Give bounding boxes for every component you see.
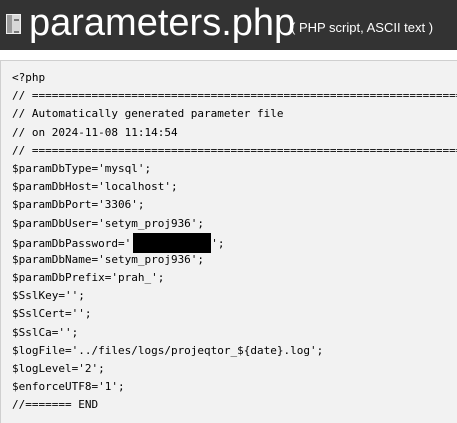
code-line-19: //======= END	[12, 398, 99, 412]
code-line-13: $SslKey='';	[12, 289, 85, 303]
file-type-info: ( PHP script, ASCII text )	[291, 20, 434, 35]
code-line-17: $logLevel='2';	[12, 362, 105, 375]
code-line-2: // =====================================…	[12, 89, 457, 103]
code-line-4: // on 2024-11-08 11:14:54	[12, 125, 178, 139]
code-line-7: $paramDbHost='localhost';	[12, 180, 178, 194]
code-panel[interactable]: <?php // ================================…	[0, 60, 457, 423]
code-line-15: $SslCa='';	[12, 325, 79, 339]
redacted-password-block	[133, 232, 212, 253]
file-title: parameters.php	[29, 2, 296, 44]
password-line-suffix: ';	[211, 236, 225, 250]
code-line-18: $enforceUTF8='1';	[12, 380, 125, 394]
code-line-6: $paramDbType='mysql';	[12, 161, 152, 175]
code-line-12: $paramDbPrefix='prah_';	[12, 271, 165, 285]
php-file-viewer: parameters.php ( PHP script, ASCII text …	[0, 0, 457, 423]
code-line-16: $logFile='../files/logs/projeqtor_${date…	[12, 343, 324, 357]
php-code: <?php // ================================…	[12, 69, 457, 415]
code-line-5: // =====================================…	[12, 143, 457, 157]
code-line-9: $paramDbUser='setym_proj936';	[12, 216, 205, 230]
password-line-prefix: $paramDbPassword='	[12, 236, 132, 250]
code-line-14: $SslCert='';	[12, 307, 92, 321]
code-line-1: <?php	[12, 71, 46, 84]
file-icon	[6, 14, 21, 34]
file-header: parameters.php ( PHP script, ASCII text …	[0, 0, 457, 50]
code-line-11: $paramDbName='setym_proj936';	[12, 252, 205, 266]
code-line-8: $paramDbPort='3306';	[12, 198, 145, 212]
code-line-3: // Automatically generated parameter fil…	[12, 107, 284, 121]
code-line-10-password: $paramDbPassword=' ';	[12, 232, 457, 253]
